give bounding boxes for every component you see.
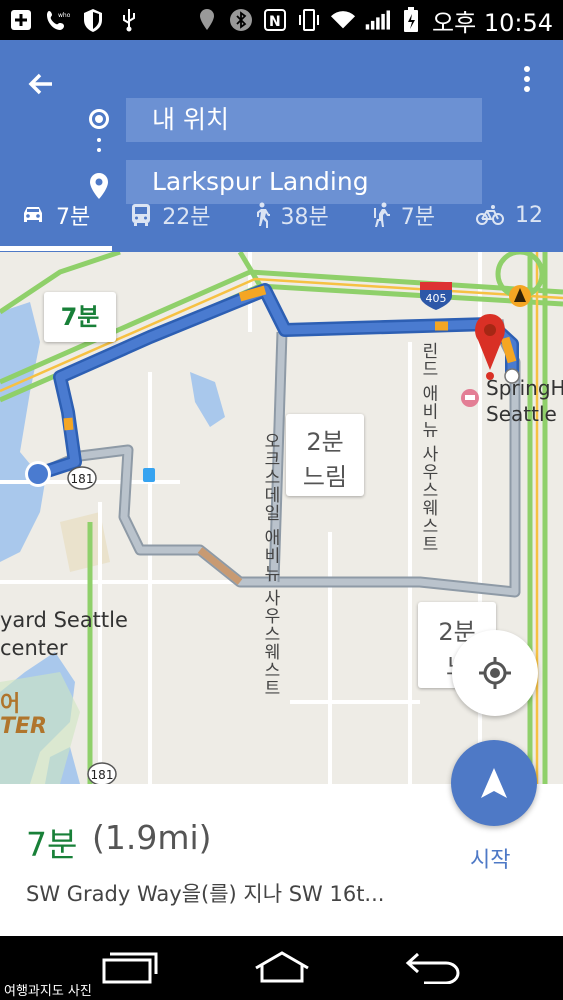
add-icon	[8, 7, 34, 33]
car-icon	[24, 207, 42, 222]
tab-ride-label: 7분	[400, 205, 435, 230]
more-options-button[interactable]	[521, 66, 533, 96]
poi-label-center: center	[0, 636, 68, 660]
alt-route-callout-1[interactable]: 2분 느림	[286, 414, 364, 496]
bluetooth-icon	[228, 7, 254, 33]
bike-icon	[475, 205, 504, 225]
route-dots-icon	[97, 138, 101, 158]
battery-charging-icon	[398, 7, 424, 33]
active-tab-indicator	[0, 246, 112, 251]
route-distance: (1.9mi)	[92, 818, 212, 857]
recent-apps-button[interactable]	[102, 950, 158, 988]
arrow-back-icon	[28, 73, 52, 95]
route-time-callout[interactable]: 7분	[44, 292, 116, 342]
route-duration: 7분	[26, 825, 78, 864]
start-navigation-label[interactable]: 시작	[470, 842, 510, 874]
tab-drive-label: 7분	[56, 205, 91, 230]
crosshair-icon	[479, 657, 511, 689]
home-icon	[255, 951, 309, 983]
wifi-icon	[330, 7, 356, 33]
photo-credit: 여행과지도 사진	[4, 984, 92, 999]
origin-dot-icon	[89, 109, 109, 129]
whowho-call-icon: who	[44, 7, 70, 33]
poi-label-yard-seattle: yard Seattle	[0, 608, 128, 632]
tab-drive[interactable]: 7분	[0, 190, 90, 240]
alt-route-callout-1-time: 2분	[306, 428, 344, 456]
street-label-lind: 린드 애비뉴 사우스웨스트	[418, 342, 438, 553]
transit-icon	[132, 204, 151, 226]
recent-apps-icon	[102, 952, 158, 984]
tab-walk-label: 38분	[280, 205, 329, 230]
usb-icon	[116, 7, 142, 33]
origin-input[interactable]: 내 위치	[126, 98, 482, 142]
route-time-callout-label: 7분	[60, 303, 100, 331]
travel-mode-tabs: 7분 22분 38분 7분 12	[0, 190, 563, 252]
directions-header: 내 위치 Larkspur Landing 7분 22분 38분 7분 12	[0, 40, 563, 252]
navigation-arrow-icon	[481, 768, 507, 798]
tab-walk[interactable]: 38분	[210, 190, 329, 240]
tab-bike[interactable]: 12	[435, 190, 543, 240]
tab-transit[interactable]: 22분	[90, 190, 210, 240]
shield-icon	[80, 7, 106, 33]
vibrate-icon	[296, 7, 322, 33]
nfc-icon: N	[262, 7, 288, 33]
back-nav-icon	[405, 952, 460, 985]
tab-ride[interactable]: 7분	[329, 190, 435, 240]
svg-text:who: who	[58, 12, 70, 19]
more-vert-icon	[524, 66, 530, 72]
my-location-button[interactable]	[452, 630, 538, 716]
location-icon	[194, 7, 220, 33]
start-navigation-button[interactable]	[451, 740, 537, 826]
street-label-oakesdale: 오크스데일 애비뉴 사우스웨스트	[260, 432, 280, 697]
clock: 오후 10:54	[432, 8, 553, 37]
tab-bike-label: 12	[514, 202, 543, 228]
back-nav-button[interactable]	[404, 950, 462, 988]
route-via-description: SW Grady Way을(를) 지나 SW 16t...	[26, 882, 385, 906]
alt-route-callout-1-note: 느림	[302, 463, 348, 491]
svg-text:N: N	[269, 14, 281, 30]
highway-405-shield: 405	[426, 292, 447, 305]
ride-icon	[373, 202, 390, 227]
walk-icon	[257, 202, 271, 228]
map-view[interactable]: 181 181 405 오크스데일 애비뉴 사우스웨스트 린드 애비뉴 사우스웨…	[0, 252, 563, 784]
signal-icon	[364, 7, 391, 33]
poi-label-fragment-2: TER	[0, 714, 47, 739]
highway-181-shield-south: 181	[91, 768, 114, 782]
highway-181-shield: 181	[71, 472, 94, 486]
status-bar: who N 오후 10:54	[0, 0, 563, 40]
tab-transit-label: 22분	[162, 205, 211, 230]
poi-label-springhill: SpringH	[486, 376, 563, 400]
home-button[interactable]	[252, 950, 312, 988]
back-button[interactable]	[22, 64, 62, 104]
poi-label-seattle: Seattle	[486, 402, 557, 426]
